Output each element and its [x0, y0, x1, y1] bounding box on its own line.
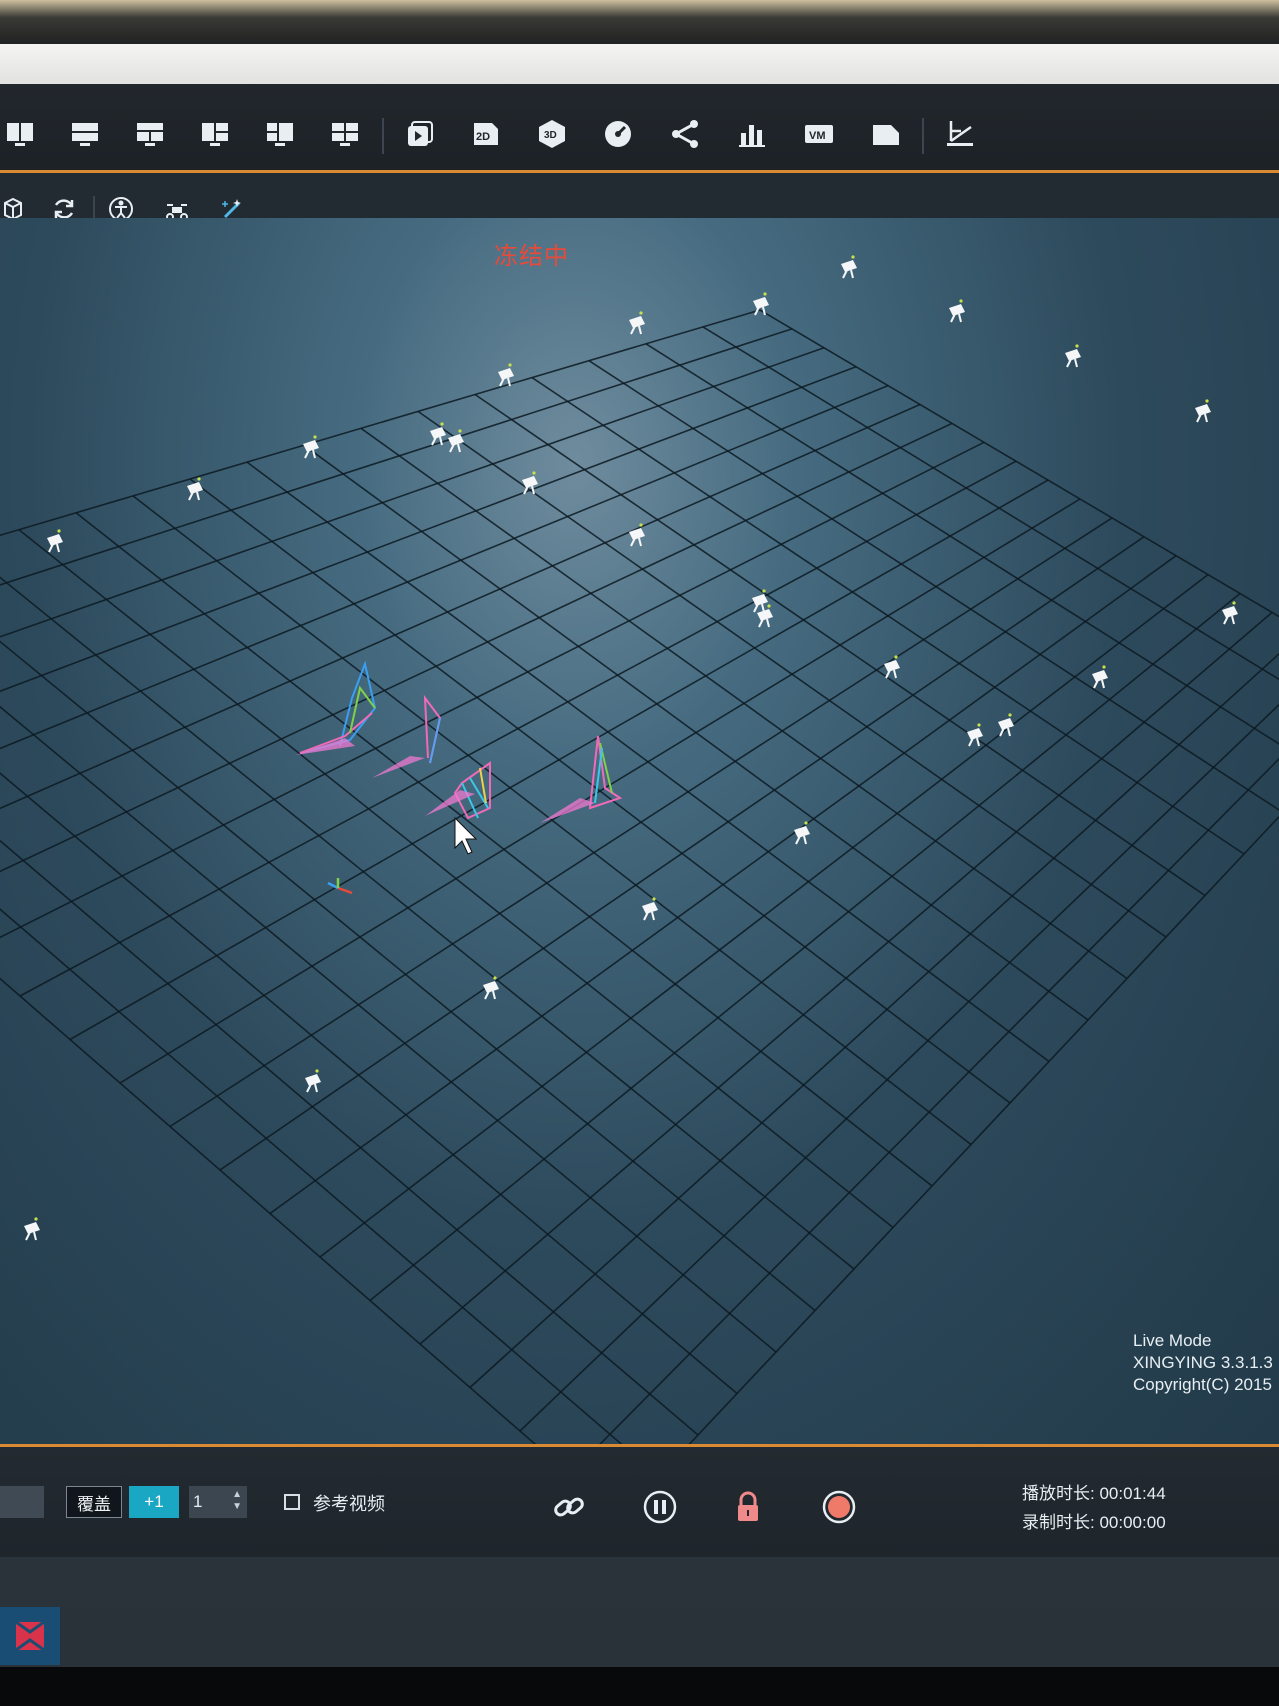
- folder-icon[interactable]: [868, 116, 904, 152]
- camera-marker: [1065, 344, 1081, 368]
- record-icon[interactable]: [820, 1488, 858, 1526]
- vm-icon[interactable]: VM: [801, 116, 837, 152]
- view-2d-icon[interactable]: 2D: [467, 116, 503, 152]
- camera-markers: [24, 255, 1238, 1241]
- svg-text:VM: VM: [809, 130, 826, 142]
- spin-arrows-icon[interactable]: ▲ ▼: [232, 1489, 242, 1513]
- svg-text:2D: 2D: [476, 131, 490, 143]
- 3d-viewport[interactable]: [0, 218, 1279, 1445]
- window-title-bar: [0, 44, 1279, 84]
- mouse-cursor-icon: [454, 816, 478, 855]
- camera-marker: [47, 529, 63, 553]
- camera-marker: [998, 713, 1014, 737]
- camera-marker: [1092, 665, 1108, 689]
- rigid-body-edge: [588, 735, 623, 810]
- cover-button[interactable]: 覆盖: [66, 1486, 122, 1518]
- axis-line: [327, 881, 339, 890]
- rigid-body-direction: [296, 738, 355, 755]
- ground-grid: [0, 309, 1279, 1445]
- camera-marker: [448, 429, 464, 453]
- camera-marker: [967, 723, 983, 747]
- rigid-body-edge: [429, 717, 441, 764]
- gauge-icon[interactable]: [600, 116, 636, 152]
- rigid-body-direction: [372, 756, 425, 778]
- rigid-bodies: [296, 660, 623, 823]
- frame-input[interactable]: [0, 1486, 44, 1518]
- camera-marker: [884, 655, 900, 679]
- 3d-scene: [0, 255, 1279, 1445]
- record-duration-value: 00:00:00: [1099, 1513, 1166, 1532]
- calibration-icon[interactable]: [942, 116, 978, 152]
- layout-6-icon[interactable]: [327, 116, 363, 152]
- mode-label: Live Mode: [1133, 1331, 1212, 1350]
- step-value: 1: [193, 1492, 203, 1511]
- version-label: XINGYING 3.3.1.3: [1133, 1353, 1273, 1372]
- viewport-info: Live Mode XINGYING 3.3.1.3 Copyright(C) …: [1133, 1330, 1273, 1396]
- taskbar: [0, 1607, 1279, 1667]
- camera-marker: [841, 255, 857, 279]
- lock-icon[interactable]: [729, 1488, 767, 1526]
- svg-text:3D: 3D: [544, 130, 557, 141]
- bar-chart-icon[interactable]: [734, 116, 770, 152]
- playback-duration: 播放时长: 00:01:44: [1022, 1479, 1166, 1504]
- link-icon[interactable]: [550, 1488, 588, 1526]
- camera-marker: [949, 299, 965, 323]
- pause-icon[interactable]: [641, 1488, 679, 1526]
- reference-video-label: 参考视频: [313, 1494, 385, 1514]
- layout-4-icon[interactable]: [197, 116, 233, 152]
- camera-marker: [1222, 601, 1238, 625]
- record-duration-label: 录制时长:: [1022, 1513, 1095, 1532]
- camera-marker: [794, 821, 810, 845]
- camera-marker: [187, 477, 203, 501]
- camera-marker: [305, 1069, 321, 1093]
- layout-2-icon[interactable]: [67, 116, 103, 152]
- skeleton-icon[interactable]: [667, 116, 703, 152]
- copyright-label: Copyright(C) 2015: [1133, 1375, 1272, 1394]
- axis-line: [337, 886, 353, 895]
- monitor-bezel-bottom: [0, 1667, 1279, 1706]
- playback-duration-label: 播放时长:: [1022, 1484, 1095, 1503]
- rigid-body-direction: [540, 798, 595, 823]
- playback-icon[interactable]: [401, 116, 437, 152]
- monitor-bezel-top: [0, 0, 1279, 50]
- camera-marker: [752, 589, 768, 613]
- camera-marker: [24, 1217, 40, 1241]
- record-duration: 录制时长: 00:00:00: [1022, 1508, 1166, 1533]
- camera-marker: [757, 604, 773, 628]
- status-bar: [0, 1557, 1279, 1607]
- toolbar-divider: [382, 118, 384, 154]
- reference-video-checkbox[interactable]: [284, 1494, 300, 1510]
- view-3d-icon[interactable]: 3D: [534, 116, 570, 152]
- step-spinbox[interactable]: 1 ▲ ▼: [189, 1486, 247, 1518]
- layout-1-icon[interactable]: [2, 116, 38, 152]
- camera-marker: [1195, 399, 1211, 423]
- playback-duration-value: 00:01:44: [1099, 1484, 1166, 1503]
- app-taskbar-icon[interactable]: [0, 1607, 60, 1665]
- toolbar-divider: [922, 118, 924, 154]
- plus-one-button[interactable]: +1: [129, 1486, 179, 1518]
- camera-marker: [498, 363, 514, 387]
- layout-5-icon[interactable]: [262, 116, 298, 152]
- freeze-status: 冻结中: [494, 243, 569, 270]
- layout-3-icon[interactable]: [132, 116, 168, 152]
- main-toolbar: [0, 84, 1279, 176]
- camera-marker: [629, 311, 645, 335]
